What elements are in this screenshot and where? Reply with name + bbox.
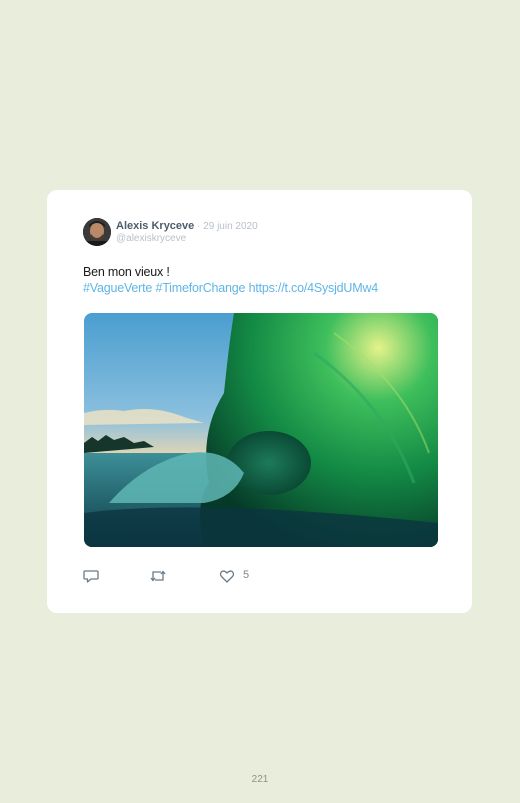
like-button[interactable] [219,568,235,584]
retweet-button[interactable] [149,568,167,584]
heart-icon [219,570,235,583]
retweet-icon [150,570,166,582]
avatar[interactable] [83,218,111,246]
like-count: 5 [243,569,250,581]
tweet-links: #VagueVerte #TimeforChange https://t.co/… [83,280,378,296]
reply-icon [83,570,99,583]
author-handle[interactable]: @alexiskryceve [116,233,186,245]
tweet-card: Alexis Kryceve · 29 juin 2020 @alexiskry… [47,190,472,613]
author-name[interactable]: Alexis Kryceve [116,220,194,232]
hashtag-vagueverte[interactable]: #VagueVerte [83,281,152,295]
tweet-date[interactable]: 29 juin 2020 [203,221,258,232]
separator: · [194,221,204,232]
tweet-actions: 5 [83,568,283,584]
author-line: Alexis Kryceve · 29 juin 2020 [116,220,258,233]
hashtag-timeforchange[interactable]: #TimeforChange [155,281,245,295]
tweet-media-image[interactable] [84,313,438,547]
tweet-url-link[interactable]: https://t.co/4SysjdUMw4 [249,281,379,295]
reply-button[interactable] [83,568,99,584]
page-number: 221 [251,774,269,785]
tweet-text: Ben mon vieux ! [83,265,170,279]
